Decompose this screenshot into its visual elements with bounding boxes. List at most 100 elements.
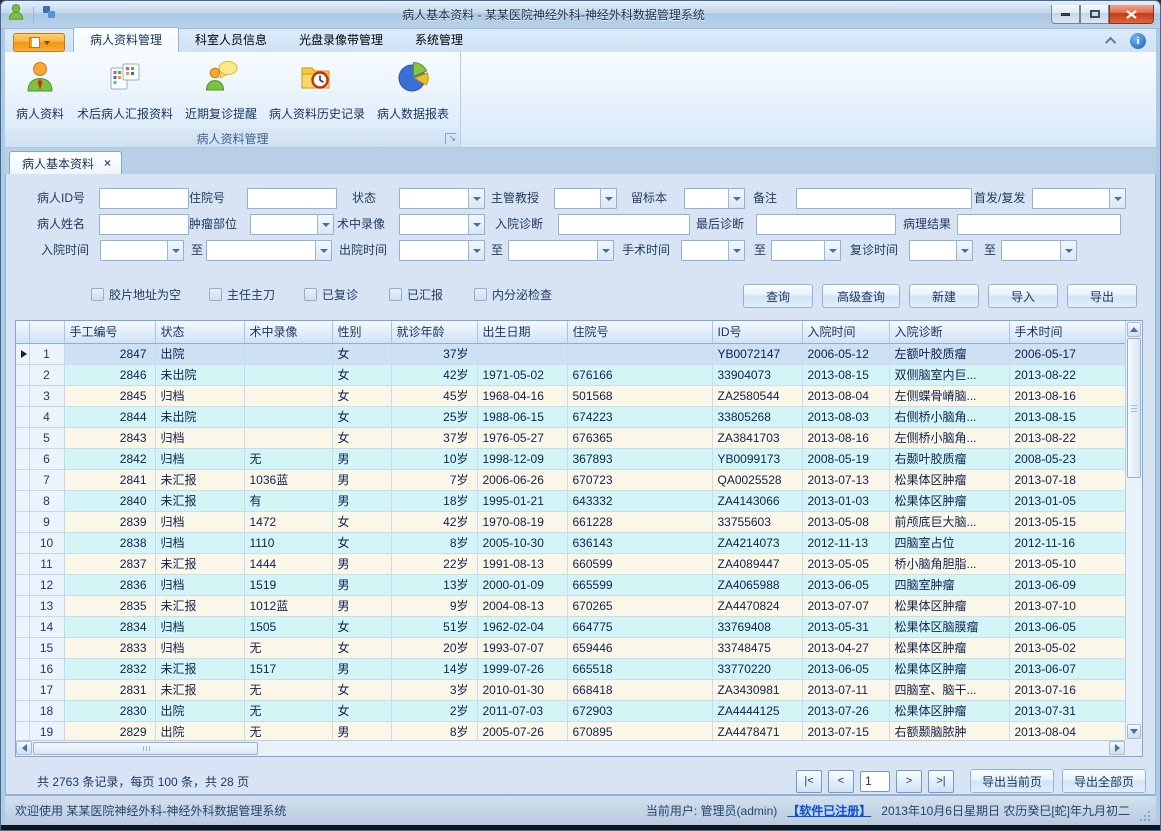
- ribbon-tab[interactable]: 系统管理: [399, 28, 479, 52]
- checkbox[interactable]: [474, 288, 487, 301]
- column-header[interactable]: ID号: [712, 321, 802, 343]
- table-row[interactable]: 122836归档1519男13岁2000-01-09665599ZA406598…: [16, 574, 1127, 595]
- table-cell[interactable]: 367893: [567, 448, 712, 469]
- table-cell[interactable]: 1999-07-26: [477, 658, 567, 679]
- table-cell[interactable]: 2005-10-30: [477, 532, 567, 553]
- row-indicator-cell[interactable]: [16, 469, 29, 490]
- row-number-cell[interactable]: 1: [29, 343, 64, 364]
- table-cell[interactable]: [477, 343, 567, 364]
- column-header[interactable]: 手术时间: [1009, 321, 1127, 343]
- table-cell[interactable]: 松果体区肿瘤: [889, 469, 1009, 490]
- table-cell[interactable]: 45岁: [391, 385, 477, 406]
- table-cell[interactable]: 1970-08-19: [477, 511, 567, 532]
- table-cell[interactable]: 2013-05-31: [802, 616, 889, 637]
- table-cell[interactable]: 归档: [155, 385, 244, 406]
- table-row[interactable]: 72841未汇报1036蓝男7岁2006-06-26670723QA002552…: [16, 469, 1127, 490]
- table-cell[interactable]: ZA4470824: [712, 595, 802, 616]
- table-cell[interactable]: 松果体区肿瘤: [889, 658, 1009, 679]
- app-person-icon[interactable]: [7, 3, 25, 26]
- table-cell[interactable]: 2013-05-15: [1009, 511, 1127, 532]
- combo-arrow-button[interactable]: [317, 215, 333, 234]
- table-cell[interactable]: 2013-01-05: [1009, 490, 1127, 511]
- row-indicator-cell[interactable]: [16, 658, 29, 679]
- table-cell[interactable]: 33755603: [712, 511, 802, 532]
- table-cell[interactable]: 归档: [155, 427, 244, 448]
- row-indicator-cell[interactable]: [16, 364, 29, 385]
- dialog-launcher-icon[interactable]: ↘: [445, 133, 456, 144]
- table-cell[interactable]: 1962-02-04: [477, 616, 567, 637]
- table-cell[interactable]: 2013-07-07: [802, 595, 889, 616]
- table-cell[interactable]: 女: [332, 532, 391, 553]
- row-number-cell[interactable]: 17: [29, 679, 64, 700]
- table-cell[interactable]: 松果体区肿瘤: [889, 700, 1009, 721]
- table-cell[interactable]: 归档: [155, 511, 244, 532]
- horizontal-scrollbar[interactable]: [16, 740, 1125, 756]
- table-cell[interactable]: 1993-07-07: [477, 637, 567, 658]
- filter-combo[interactable]: [1032, 188, 1126, 209]
- combo-arrow-button[interactable]: [597, 241, 613, 260]
- table-cell[interactable]: 1517: [244, 658, 332, 679]
- table-cell[interactable]: 33748475: [712, 637, 802, 658]
- table-cell[interactable]: ZA3841703: [712, 427, 802, 448]
- row-number-cell[interactable]: 4: [29, 406, 64, 427]
- table-cell[interactable]: [244, 364, 332, 385]
- table-cell[interactable]: [244, 427, 332, 448]
- table-cell[interactable]: 归档: [155, 574, 244, 595]
- ribbon-button[interactable]: 近期复诊提醒: [179, 55, 263, 127]
- table-cell[interactable]: 2013-06-05: [802, 574, 889, 595]
- table-cell[interactable]: 右颞叶胶质瘤: [889, 448, 1009, 469]
- table-cell[interactable]: 松果体区肿瘤: [889, 595, 1009, 616]
- table-row[interactable]: 52843归档女37岁1976-05-27676365ZA38417032013…: [16, 427, 1127, 448]
- quick-access-icon[interactable]: [42, 5, 56, 24]
- table-cell[interactable]: 664775: [567, 616, 712, 637]
- table-cell[interactable]: 672903: [567, 700, 712, 721]
- table-cell[interactable]: YB0099173: [712, 448, 802, 469]
- row-number-cell[interactable]: 12: [29, 574, 64, 595]
- table-cell[interactable]: 2013-05-08: [802, 511, 889, 532]
- table-cell[interactable]: 1519: [244, 574, 332, 595]
- application-menu-button[interactable]: [13, 33, 65, 52]
- table-cell[interactable]: 51岁: [391, 616, 477, 637]
- table-cell[interactable]: 2839: [64, 511, 155, 532]
- table-cell[interactable]: 42岁: [391, 364, 477, 385]
- combo-arrow-button[interactable]: [468, 241, 484, 260]
- row-number-cell[interactable]: 19: [29, 721, 64, 742]
- table-cell[interactable]: 未汇报: [155, 490, 244, 511]
- table-cell[interactable]: 676166: [567, 364, 712, 385]
- table-cell[interactable]: 1988-06-15: [477, 406, 567, 427]
- table-cell[interactable]: 男: [332, 469, 391, 490]
- table-cell[interactable]: 2012-11-13: [802, 532, 889, 553]
- ribbon-button[interactable]: 病人资料历史记录: [263, 55, 371, 127]
- table-cell[interactable]: 1110: [244, 532, 332, 553]
- table-cell[interactable]: ZA4478471: [712, 721, 802, 742]
- table-cell[interactable]: ZA4214073: [712, 532, 802, 553]
- table-cell[interactable]: 1995-01-21: [477, 490, 567, 511]
- table-cell[interactable]: 2833: [64, 637, 155, 658]
- combo-arrow-button[interactable]: [1109, 189, 1125, 208]
- registered-link[interactable]: 【软件已注册】: [787, 802, 871, 819]
- combo-arrow-button[interactable]: [824, 241, 840, 260]
- table-row[interactable]: 192829出院无男8岁2005-07-26670895ZA4478471201…: [16, 721, 1127, 742]
- table-cell[interactable]: 无: [244, 721, 332, 742]
- table-cell[interactable]: 女: [332, 406, 391, 427]
- combo-arrow-button[interactable]: [1060, 241, 1076, 260]
- checkbox-item[interactable]: 主任主刀: [209, 286, 275, 303]
- checkbox[interactable]: [389, 288, 402, 301]
- table-cell[interactable]: 未汇报: [155, 595, 244, 616]
- row-indicator-cell[interactable]: [16, 532, 29, 553]
- table-cell[interactable]: 2008-05-23: [1009, 448, 1127, 469]
- column-header[interactable]: 住院号: [567, 321, 712, 343]
- table-cell[interactable]: 3岁: [391, 679, 477, 700]
- table-cell[interactable]: 2013-07-16: [1009, 679, 1127, 700]
- export-all-pages-button[interactable]: 导出全部页: [1062, 769, 1146, 793]
- row-number-cell[interactable]: 13: [29, 595, 64, 616]
- table-cell[interactable]: 2岁: [391, 700, 477, 721]
- table-cell[interactable]: 2013-06-07: [1009, 658, 1127, 679]
- table-row[interactable]: 162832未汇报1517男14岁1999-07-266655183377022…: [16, 658, 1127, 679]
- table-cell[interactable]: 674223: [567, 406, 712, 427]
- column-header[interactable]: 状态: [155, 321, 244, 343]
- table-cell[interactable]: 1505: [244, 616, 332, 637]
- table-cell[interactable]: 前颅底巨大脑...: [889, 511, 1009, 532]
- info-icon[interactable]: i: [1130, 33, 1146, 49]
- row-number-cell[interactable]: 8: [29, 490, 64, 511]
